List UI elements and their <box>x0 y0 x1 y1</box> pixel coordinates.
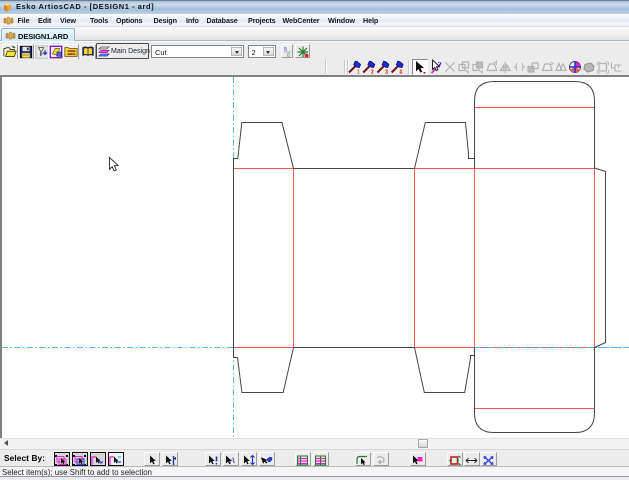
svg-text:2: 2 <box>371 69 374 74</box>
svg-text:3: 3 <box>385 69 388 74</box>
svg-text:1: 1 <box>357 70 360 74</box>
svg-text:?: ? <box>437 60 441 70</box>
svg-text:A: A <box>229 456 235 465</box>
svg-text:4: 4 <box>399 69 402 74</box>
svg-text:6: 6 <box>287 53 290 58</box>
